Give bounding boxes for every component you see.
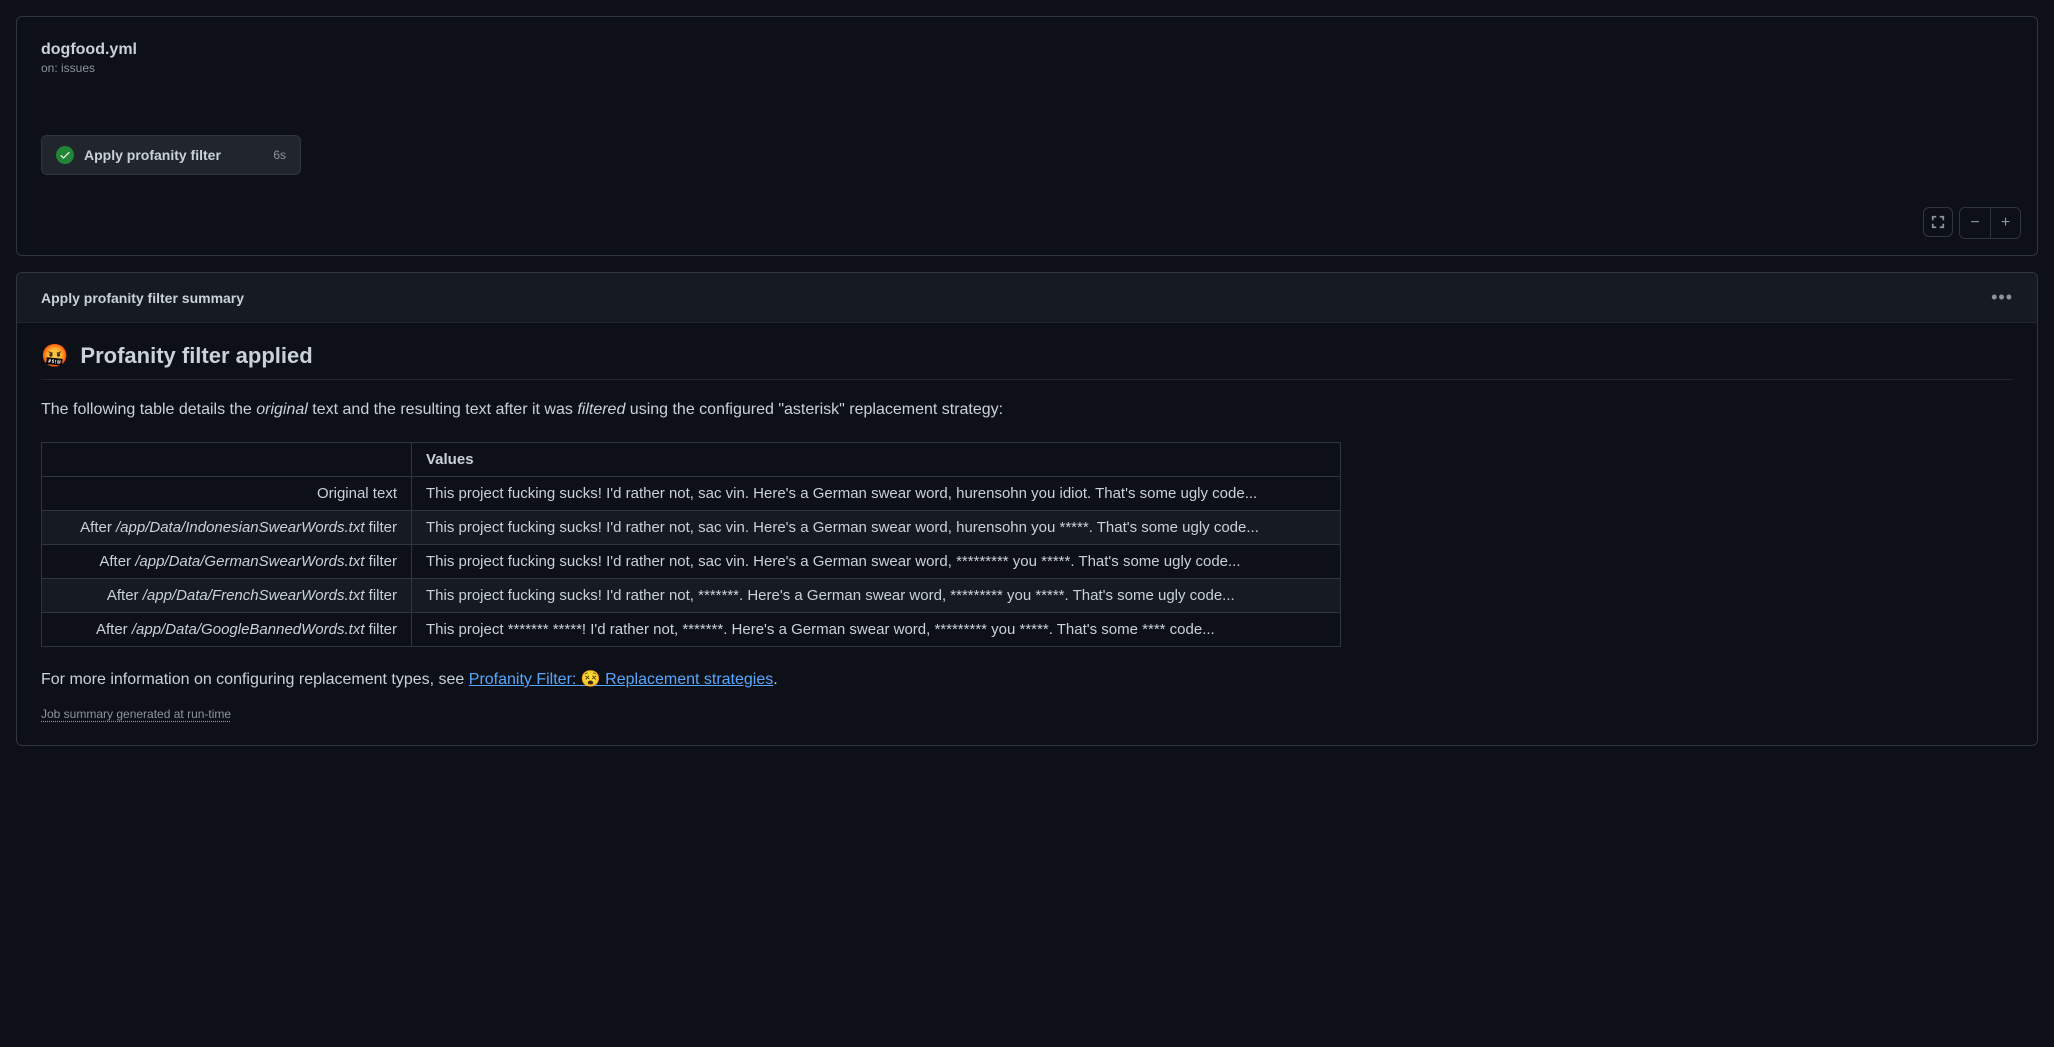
summary-body: 🤬 Profanity filter applied The following… (17, 323, 2037, 745)
job-duration: 6s (273, 148, 286, 162)
summary-heading-text: Profanity filter applied (80, 343, 312, 369)
row-label: After /app/Data/GoogleBannedWords.txt fi… (42, 613, 412, 647)
row-value: This project fucking sucks! I'd rather n… (412, 579, 1341, 613)
table-row: After /app/Data/FrenchSwearWords.txt fil… (42, 579, 1341, 613)
zoom-out-button[interactable]: − (1960, 208, 1990, 238)
row-label: After /app/Data/IndonesianSwearWords.txt… (42, 511, 412, 545)
results-table: Values Original textThis project fucking… (41, 442, 1341, 647)
row-value: This project fucking sucks! I'd rather n… (412, 545, 1341, 579)
replacement-strategies-link[interactable]: Profanity Filter: 😵 Replacement strategi… (469, 671, 773, 688)
table-row: After /app/Data/IndonesianSwearWords.txt… (42, 511, 1341, 545)
zoom-controls: − + (1959, 207, 2021, 239)
col-header-values: Values (412, 443, 1341, 477)
footer-note: Job summary generated at run-time (41, 707, 2013, 721)
viz-controls: − + (1923, 207, 2021, 239)
workflow-trigger: on: issues (41, 61, 2013, 75)
table-row: Original textThis project fucking sucks!… (42, 477, 1341, 511)
job-name: Apply profanity filter (84, 147, 263, 163)
table-row: After /app/Data/GermanSwearWords.txt fil… (42, 545, 1341, 579)
row-label: After /app/Data/GermanSwearWords.txt fil… (42, 545, 412, 579)
row-value: This project ******* *****! I'd rather n… (412, 613, 1341, 647)
workflow-panel: dogfood.yml on: issues Apply profanity f… (16, 16, 2038, 256)
workflow-title: dogfood.yml (41, 41, 2013, 59)
row-value: This project fucking sucks! I'd rather n… (412, 511, 1341, 545)
summary-panel: Apply profanity filter summary ••• 🤬 Pro… (16, 272, 2038, 746)
table-row: After /app/Data/GoogleBannedWords.txt fi… (42, 613, 1341, 647)
angry-face-emoji-icon: 🤬 (41, 343, 68, 369)
row-value: This project fucking sucks! I'd rather n… (412, 477, 1341, 511)
row-label: Original text (42, 477, 412, 511)
fullscreen-button[interactable] (1923, 207, 1953, 237)
more-info-text: For more information on configuring repl… (41, 669, 2013, 689)
col-header-blank (42, 443, 412, 477)
success-check-icon (56, 146, 74, 164)
job-card[interactable]: Apply profanity filter 6s (41, 135, 301, 175)
row-label: After /app/Data/FrenchSwearWords.txt fil… (42, 579, 412, 613)
summary-header-title: Apply profanity filter summary (41, 290, 244, 306)
zoom-in-button[interactable]: + (1990, 208, 2020, 238)
kebab-menu-icon[interactable]: ••• (1991, 287, 2013, 308)
summary-header: Apply profanity filter summary ••• (17, 273, 2037, 323)
summary-heading: 🤬 Profanity filter applied (41, 343, 2013, 380)
summary-description: The following table details the original… (41, 398, 2013, 422)
